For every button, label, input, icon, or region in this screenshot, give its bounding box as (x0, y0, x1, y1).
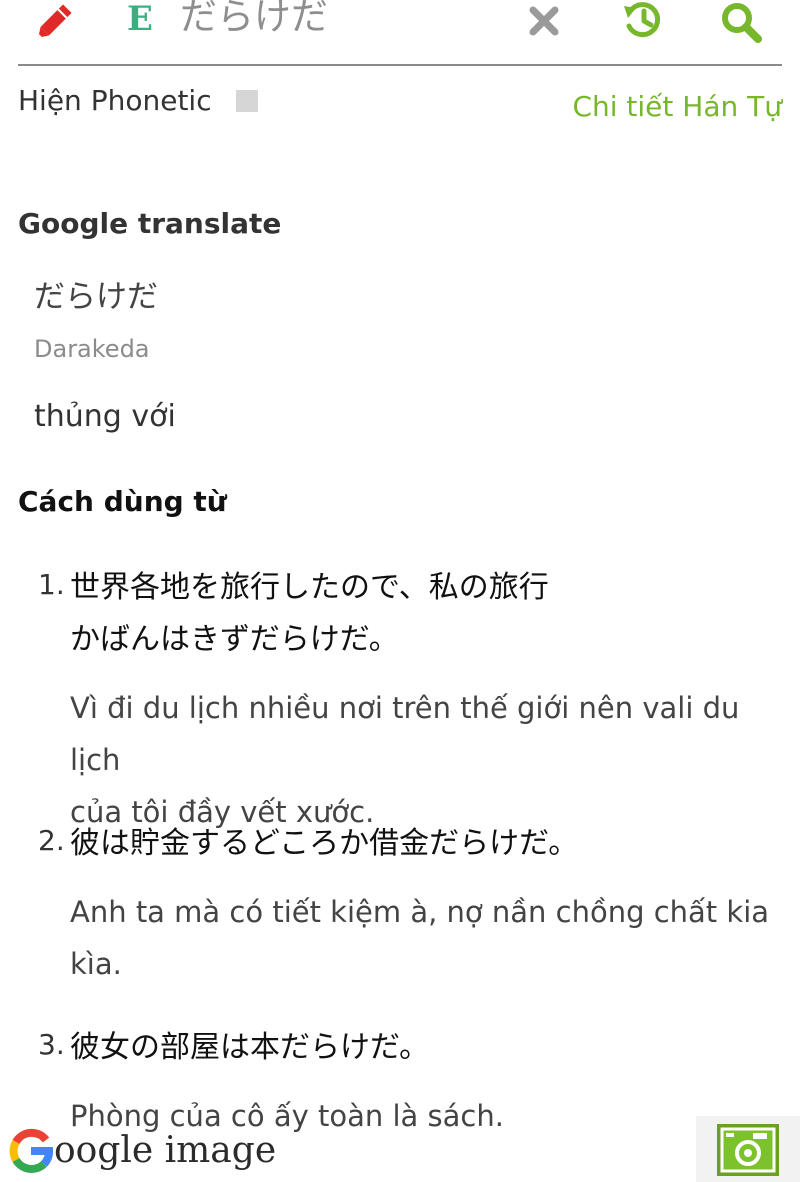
kanji-detail-link[interactable]: Chi tiết Hán Tự (572, 90, 782, 124)
example-japanese: 彼は貯金するどころか借金だらけだ。 (70, 818, 770, 870)
translated-word: だらけだ (34, 279, 158, 315)
example-vietnamese-line: Vì đi du lịch nhiều nơi trên thế giới nê… (70, 691, 740, 777)
pencil-icon[interactable] (32, 0, 80, 40)
example-vietnamese-line: kìa. (70, 947, 122, 981)
example-number: 3. (38, 1028, 65, 1061)
usage-heading: Cách dùng từ (18, 485, 227, 518)
example-japanese: 世界各地を旅行したので、私の旅行 かばんはきずだらけだ。 (70, 562, 770, 666)
example-japanese: 彼女の部屋は本だらけだ。 (70, 1022, 770, 1074)
romaji-reading: Darakeda (34, 335, 150, 363)
language-badge[interactable]: E (118, 0, 162, 38)
google-translate-heading: Google translate (18, 207, 282, 240)
google-g-icon (9, 1128, 53, 1173)
camera-icon (717, 1124, 779, 1176)
search-bar: E だらけだ (0, 0, 800, 66)
search-bar-divider (18, 64, 782, 66)
example-japanese-line: 彼女の部屋は本だらけだ。 (70, 1030, 430, 1065)
show-phonetic-label: Hiện Phonetic (18, 84, 212, 117)
example-japanese-line: 世界各地を旅行したので、私の旅行 (70, 570, 549, 605)
translation-meaning: thủng với (34, 399, 176, 434)
example-vietnamese-line: Anh ta mà có tiết kiệm à, nợ nần chồng c… (70, 895, 770, 929)
search-input[interactable]: だらけだ (180, 0, 328, 44)
example-number: 1. (38, 568, 65, 601)
show-phonetic-checkbox[interactable] (236, 90, 258, 112)
example-japanese-line: 彼は貯金するどころか借金だらけだ。 (70, 826, 579, 861)
example-vietnamese: Anh ta mà có tiết kiệm à, nợ nần chồng c… (70, 886, 782, 990)
example-japanese-line: かばんはきずだらけだ。 (70, 622, 399, 657)
google-image-label: oogle image (54, 1130, 277, 1171)
history-icon[interactable] (616, 0, 668, 40)
close-icon[interactable] (522, 0, 566, 42)
google-image-button[interactable]: oogle image (8, 1126, 276, 1176)
example-number: 2. (38, 824, 65, 857)
camera-button[interactable] (696, 1116, 800, 1182)
search-icon[interactable] (716, 0, 766, 44)
example-vietnamese: Vì đi du lịch nhiều nơi trên thế giới nê… (70, 682, 782, 838)
